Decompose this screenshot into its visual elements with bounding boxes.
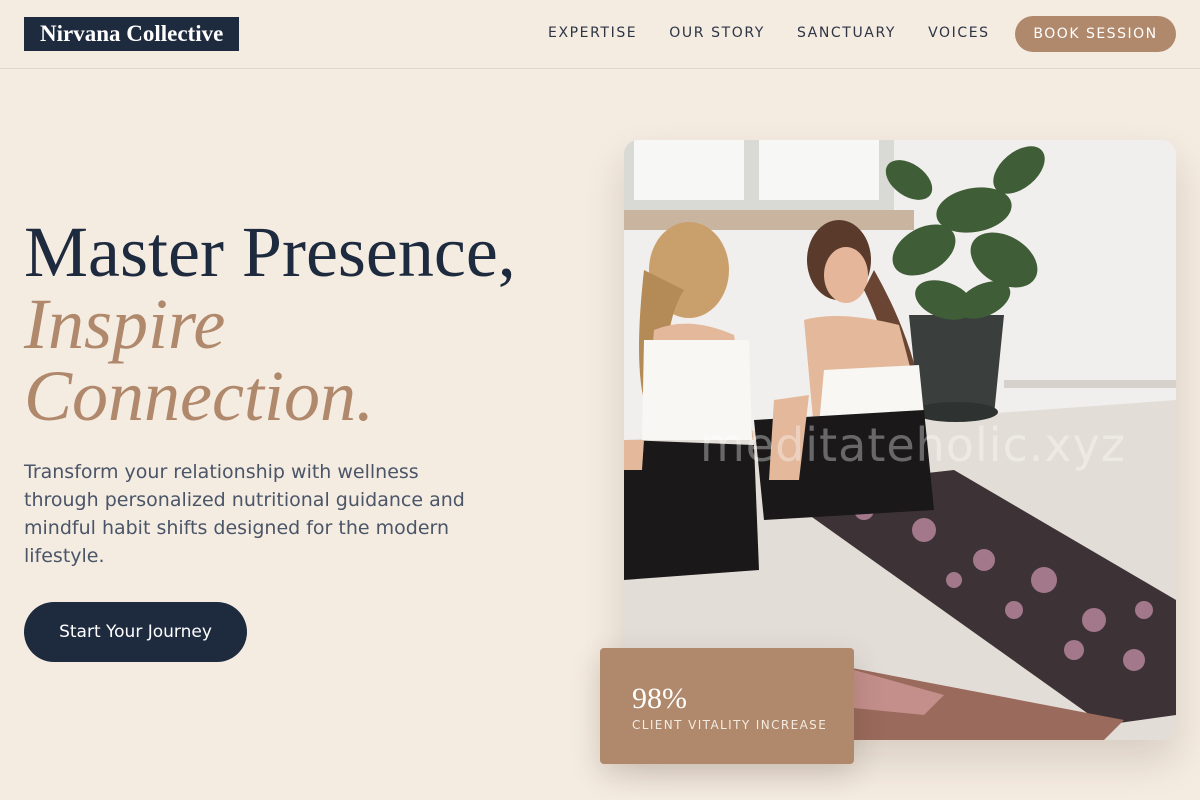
start-journey-button[interactable]: Start Your Journey	[24, 602, 247, 662]
stat-card: 98% CLIENT VITALITY INCREASE	[600, 648, 854, 764]
book-session-button[interactable]: BOOK SESSION	[1015, 16, 1176, 52]
headline-line-1: Master Presence,	[24, 212, 516, 292]
stat-value: 98%	[632, 682, 687, 715]
watermark-text: meditateholic.xyz	[700, 418, 1127, 472]
main-nav: EXPERTISE OUR STORY SANCTUARY VOICES	[548, 24, 1022, 42]
headline-line-2: Inspire	[24, 284, 226, 364]
nav-item-voices[interactable]: VOICES	[928, 24, 990, 42]
hero-subtext: Transform your relationship with wellnes…	[24, 461, 465, 567]
nav-item-our-story[interactable]: OUR STORY	[669, 24, 765, 42]
site-header: Nirvana Collective EXPERTISE OUR STORY S…	[0, 0, 1200, 69]
stat-label: CLIENT VITALITY INCREASE	[632, 718, 828, 732]
nav-item-sanctuary[interactable]: SANCTUARY	[797, 24, 896, 42]
hero-headline: Master Presence, Inspire Connection.	[24, 216, 584, 432]
brand-logo[interactable]: Nirvana Collective	[24, 17, 240, 51]
nav-item-expertise[interactable]: EXPERTISE	[548, 24, 637, 42]
headline-line-3: Connection.	[24, 356, 374, 436]
